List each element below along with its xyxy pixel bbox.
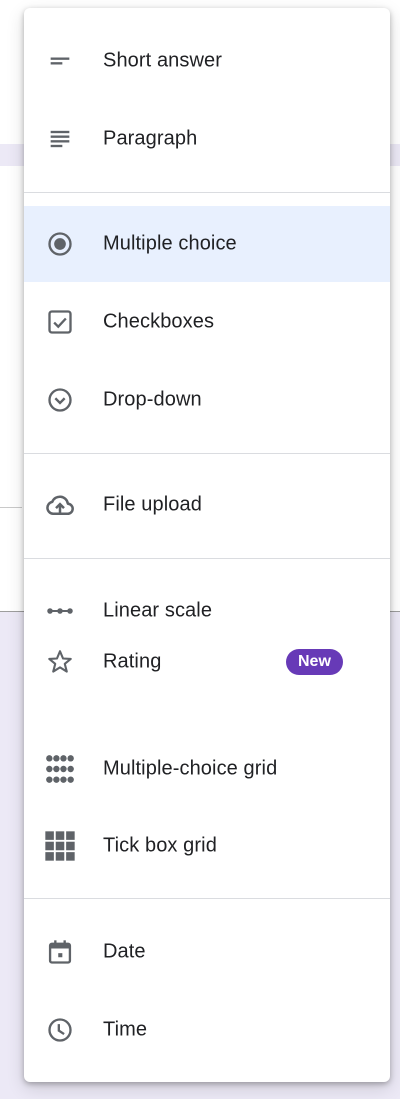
menu-item-multiple-choice-grid[interactable]: Multiple-choice grid [24,731,390,807]
checkbox-icon [44,306,76,338]
menu-item-label: Short answer [103,49,223,72]
radio-button-icon [44,228,76,260]
menu-item-checkboxes[interactable]: Checkboxes [24,284,390,360]
linear-scale-icon [44,595,76,627]
menu-item-time[interactable]: Time [24,992,390,1068]
menu-item-label: Checkboxes [103,310,215,333]
short-answer-icon [44,45,76,77]
page: Short answer Paragraph Multiple choice C… [0,0,400,1099]
paragraph-icon [44,123,76,155]
menu-divider [24,898,390,899]
menu-item-label: Paragraph [103,127,198,150]
menu-item-label: Time [103,1018,148,1041]
cloud-upload-icon [44,489,76,521]
menu-item-label: Drop-down [103,388,202,411]
menu-item-paragraph[interactable]: Paragraph [24,101,390,177]
dropdown-circle-icon [44,384,76,416]
menu-divider [24,558,390,559]
menu-divider [24,453,390,454]
menu-item-label: Tick box grid [103,834,217,857]
clock-icon [44,1014,76,1046]
menu-divider [24,192,390,193]
menu-item-date[interactable]: Date [24,914,390,990]
dot-grid-icon [44,753,76,785]
menu-item-tick-box-grid[interactable]: Tick box grid [24,808,390,884]
menu-item-label: Rating [103,650,162,673]
question-type-menu: Short answer Paragraph Multiple choice C… [24,8,390,1082]
menu-item-rating[interactable]: Rating New [24,624,390,700]
menu-item-drop-down[interactable]: Drop-down [24,362,390,438]
menu-item-label: Date [103,940,146,963]
menu-item-label: Linear scale [103,599,213,622]
menu-item-label: File upload [103,493,202,516]
menu-item-label: Multiple choice [103,232,237,255]
star-icon [44,646,76,678]
menu-item-label: Multiple-choice grid [103,757,278,780]
background-divider [0,507,22,508]
menu-item-short-answer[interactable]: Short answer [24,23,390,99]
menu-item-file-upload[interactable]: File upload [24,467,390,543]
menu-item-multiple-choice[interactable]: Multiple choice [24,206,390,282]
calendar-icon [44,936,76,968]
new-badge: New [286,649,343,675]
square-grid-icon [44,830,76,862]
